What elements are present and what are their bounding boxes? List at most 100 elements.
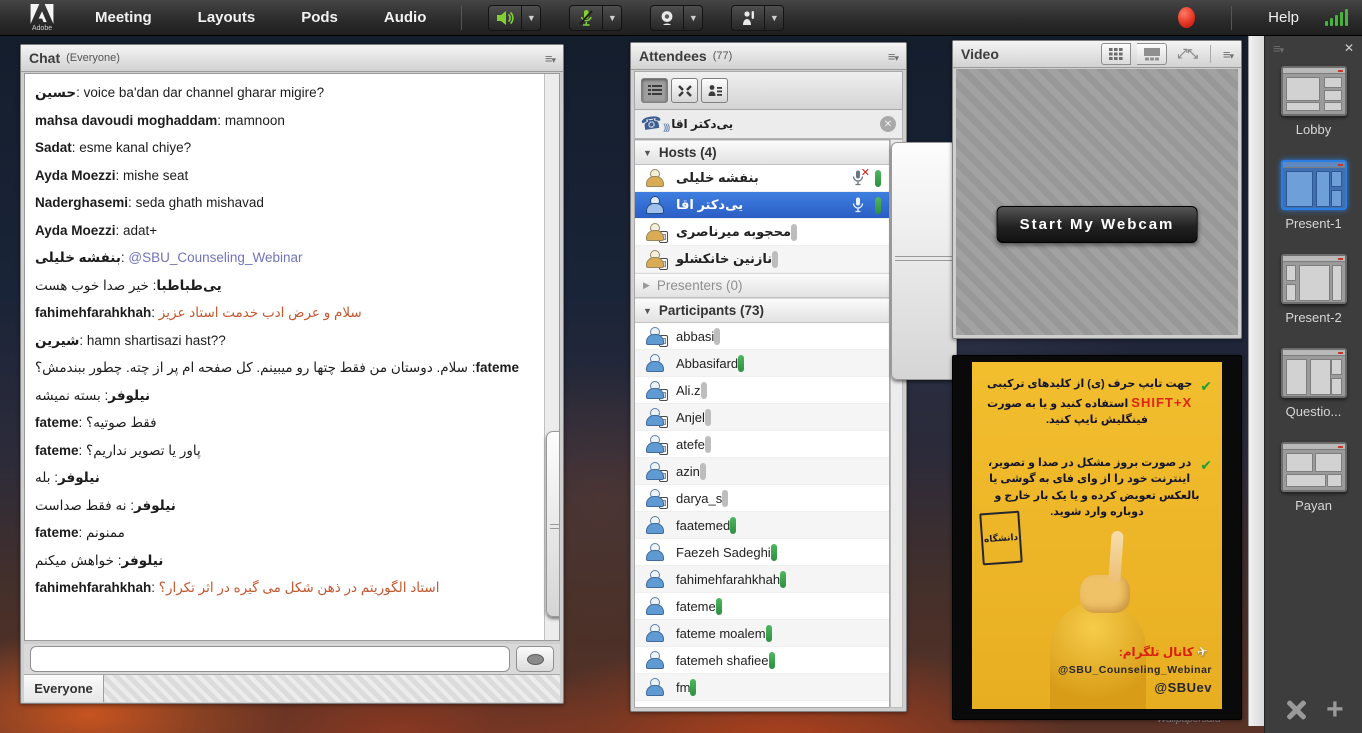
- attendee-row[interactable]: fatemeh shafiee: [635, 647, 889, 674]
- attendee-avatar-icon: [645, 250, 664, 268]
- attendee-row[interactable]: بنفشه خلیلی: [635, 165, 889, 192]
- attendee-row[interactable]: azin: [635, 458, 889, 485]
- attendee-avatar-icon: [645, 624, 664, 642]
- chat-message-author: شیرین: [35, 333, 79, 348]
- telegram-handle-1: @SBU_Counseling_Webinar: [1058, 664, 1212, 676]
- chat-message: mahsa davoudi moghaddam: mamnoon: [35, 112, 539, 130]
- chat-message-author: fateme: [35, 525, 79, 540]
- shift-x-key: SHIFT+X: [1131, 395, 1192, 410]
- mobile-device-icon: [659, 389, 668, 401]
- chat-message-author: Ayda Moezzi: [35, 223, 116, 238]
- attendee-row[interactable]: fahimehfarahkhah: [635, 566, 889, 593]
- webcam-dropdown[interactable]: ▼: [684, 5, 703, 31]
- microphone-dropdown[interactable]: ▼: [603, 5, 622, 31]
- chat-message-author: Ayda Moezzi: [35, 168, 116, 183]
- help-menu[interactable]: Help: [1268, 9, 1299, 26]
- menu-layouts[interactable]: Layouts: [184, 9, 270, 26]
- tab-everyone[interactable]: Everyone: [24, 675, 104, 702]
- menu-audio[interactable]: Audio: [370, 9, 441, 26]
- telephone-waves-icon: ))): [663, 122, 669, 132]
- chat-message-text: بسته نمیشه: [35, 388, 101, 403]
- attendee-row[interactable]: Faezeh Sadeghi: [635, 539, 889, 566]
- attendee-row[interactable]: fm: [635, 674, 889, 701]
- attendee-row[interactable]: darya_s: [635, 485, 889, 512]
- layout-thumbnail[interactable]: [1281, 254, 1347, 304]
- speaker-button[interactable]: [488, 5, 522, 31]
- chat-scrollbar-thumb[interactable]: [546, 431, 560, 618]
- layout-thumbnail[interactable]: [1281, 160, 1347, 210]
- attendee-status-view-button[interactable]: [701, 78, 728, 103]
- layout-label: Present-1: [1281, 216, 1347, 231]
- mobile-device-icon: [659, 416, 668, 428]
- add-layout-icon[interactable]: +: [1326, 697, 1344, 723]
- attendee-row[interactable]: fateme: [635, 593, 889, 620]
- chat-scrollbar[interactable]: [544, 74, 559, 640]
- attendee-row[interactable]: Abbasifard: [635, 350, 889, 377]
- chat-input-bar: [24, 644, 560, 674]
- attendee-name: یی‌دکتر اقا: [676, 197, 743, 213]
- breakout-view-button[interactable]: [671, 78, 698, 103]
- attendee-row[interactable]: faatemed: [635, 512, 889, 539]
- video-filmstrip-view-button[interactable]: [1137, 43, 1167, 65]
- layout-thumbnail[interactable]: [1281, 442, 1347, 492]
- chat-message-author: حسین: [35, 85, 76, 100]
- attendees-pod-menu-icon[interactable]: ≡▾: [888, 49, 898, 64]
- video-grid-view-button[interactable]: [1101, 43, 1131, 65]
- menu-pods[interactable]: Pods: [287, 9, 352, 26]
- chat-message-text: پاور یا تصویر نداریم؟: [86, 443, 201, 458]
- microphone-button[interactable]: [569, 5, 603, 31]
- connection-signal-icon[interactable]: [1325, 9, 1348, 26]
- microphone-status-icon: [851, 197, 865, 213]
- attendee-row[interactable]: محجوبه میرناصری: [635, 219, 889, 246]
- layout-tools-icon[interactable]: [1283, 697, 1309, 723]
- chat-message-author: نیلوفر: [58, 470, 100, 485]
- fullscreen-icon[interactable]: ⤢⤡: [1177, 46, 1198, 62]
- layout-thumbnail[interactable]: [1281, 66, 1347, 116]
- close-sidebar-icon[interactable]: ✕: [1344, 41, 1354, 55]
- attendee-row[interactable]: fateme moalem: [635, 620, 889, 647]
- participants-section-header[interactable]: ▼ Participants (73): [635, 298, 889, 323]
- raise-hand-dropdown[interactable]: ▼: [765, 5, 784, 31]
- chat-message: fahimehfarahkhah: سلام و عرض ادب خدمت اس…: [35, 304, 539, 322]
- dismiss-speaker-icon[interactable]: ✕: [880, 116, 896, 132]
- chat-message: نیلوفر: بسته نمیشه: [35, 387, 539, 405]
- menu-meeting[interactable]: Meeting: [81, 9, 166, 26]
- attendee-list-view-button[interactable]: [641, 78, 668, 103]
- chat-pod: Chat (Everyone) ≡▾ حسین: voice ba'dan da…: [20, 44, 564, 704]
- attendee-row[interactable]: Ali.z: [635, 377, 889, 404]
- mobile-device-icon: [659, 470, 668, 482]
- hosts-section-header[interactable]: ▼ Hosts (4): [635, 140, 889, 165]
- attendees-scrollbar-thumb[interactable]: [891, 142, 957, 380]
- layout-payan[interactable]: Payan: [1281, 442, 1347, 513]
- layout-thumbnail[interactable]: [1281, 348, 1347, 398]
- attendee-row[interactable]: نازنین خانکشلو: [635, 246, 889, 273]
- chat-send-button[interactable]: [516, 646, 554, 672]
- attendee-avatar-icon: [645, 462, 664, 480]
- chat-message: Ayda Moezzi: mishe seat: [35, 167, 539, 185]
- layout-present-1[interactable]: Present-1: [1281, 160, 1347, 231]
- chat-pod-menu-icon[interactable]: ≡▾: [545, 51, 555, 66]
- hand-graphic: [1080, 575, 1130, 613]
- chat-input[interactable]: [30, 646, 510, 672]
- layouts-menu-icon[interactable]: ≡▾: [1273, 41, 1283, 56]
- webcam-button[interactable]: [650, 5, 684, 31]
- attendees-scrollbar[interactable]: [890, 139, 903, 708]
- layout-present-2[interactable]: Present-2: [1281, 254, 1347, 325]
- attendee-row[interactable]: abbasi: [635, 323, 889, 350]
- raise-hand-button[interactable]: [731, 5, 765, 31]
- voice-level-bar: [701, 382, 707, 399]
- presenters-section-header[interactable]: ▶ Presenters (0): [635, 273, 889, 298]
- video-pod-menu-icon[interactable]: ≡▾: [1223, 47, 1233, 62]
- layout-questions[interactable]: Questio...: [1281, 348, 1347, 419]
- attendee-row[interactable]: Anjel: [635, 404, 889, 431]
- layout-lobby[interactable]: Lobby: [1281, 66, 1347, 137]
- speaker-dropdown[interactable]: ▼: [522, 5, 541, 31]
- video-preview-area: Start My Webcam: [956, 69, 1238, 335]
- voice-level-bar: [714, 328, 720, 345]
- chat-message: حسین: voice ba'dan dar channel gharar mi…: [35, 84, 539, 102]
- attendee-name: fm: [676, 680, 690, 695]
- attendee-row[interactable]: یی‌دکتر اقا: [635, 192, 889, 219]
- start-webcam-button[interactable]: Start My Webcam: [997, 206, 1198, 243]
- chat-message: fateme: سلام. دوستان من فقط چتها رو میبی…: [35, 359, 539, 377]
- attendee-row[interactable]: atefe: [635, 431, 889, 458]
